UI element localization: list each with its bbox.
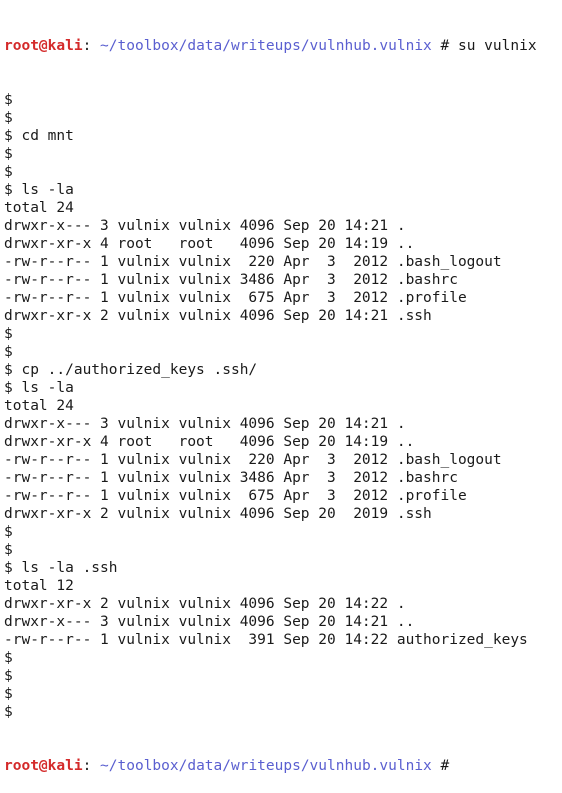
output-line: $	[4, 326, 13, 342]
output-line: total 24	[4, 200, 74, 216]
prompt-separator: :	[82, 38, 101, 54]
terminal-window[interactable]: root@kali: ~/toolbox/data/writeups/vulnh…	[0, 0, 562, 774]
output-line: $ ls -la	[4, 182, 74, 198]
output-line: $	[4, 146, 13, 162]
prompt-user-host: root@kali	[4, 758, 83, 774]
output-line: $ ls -la .ssh	[4, 560, 118, 576]
output-line: $	[4, 686, 13, 702]
output-line: drwxr-xr-x 4 root root 4096 Sep 20 14:19…	[4, 434, 415, 450]
prompt-symbol: #	[431, 38, 458, 54]
output-line: $	[4, 92, 13, 108]
output-line: $	[4, 704, 13, 720]
output-line: drwxr-xr-x 2 vulnix vulnix 4096 Sep 20 1…	[4, 596, 406, 612]
output-line: total 12	[4, 578, 74, 594]
output-line: $ cd mnt	[4, 128, 74, 144]
output-line: $ ls -la	[4, 380, 74, 396]
output-line: drwxr-x--- 3 vulnix vulnix 4096 Sep 20 1…	[4, 416, 406, 432]
output-line: $	[4, 524, 13, 540]
output-line: $	[4, 164, 13, 180]
prompt-path: ~/toolbox/data/writeups/vulnhub.vulnix	[100, 758, 432, 774]
prompt-symbol: #	[431, 758, 450, 774]
prompt-command: su vulnix	[457, 38, 537, 54]
prompt-separator: :	[82, 758, 101, 774]
output-line: drwxr-xr-x 4 root root 4096 Sep 20 14:19…	[4, 236, 415, 252]
output-line: -rw-r--r-- 1 vulnix vulnix 220 Apr 3 201…	[4, 254, 502, 270]
output-line: $	[4, 650, 13, 666]
output-line: -rw-r--r-- 1 vulnix vulnix 675 Apr 3 201…	[4, 488, 467, 504]
output-line: $	[4, 344, 13, 360]
output-line: $	[4, 110, 13, 126]
output-line: $	[4, 668, 13, 684]
prompt-line-bottom[interactable]: root@kali: ~/toolbox/data/writeups/vulnh…	[4, 757, 562, 775]
terminal-output: $ $ $ cd mnt $ $ $ ls -la total 24 drwxr-x--- 3…	[4, 91, 562, 721]
output-line: -rw-r--r-- 1 vulnix vulnix 3486 Apr 3 20…	[4, 272, 458, 288]
output-line: -rw-r--r-- 1 vulnix vulnix 3486 Apr 3 20…	[4, 470, 458, 486]
output-line: $	[4, 542, 13, 558]
output-line: total 24	[4, 398, 74, 414]
output-line: -rw-r--r-- 1 vulnix vulnix 391 Sep 20 14…	[4, 632, 528, 648]
output-line: drwxr-x--- 3 vulnix vulnix 4096 Sep 20 1…	[4, 218, 406, 234]
output-line: drwxr-x--- 3 vulnix vulnix 4096 Sep 20 1…	[4, 614, 415, 630]
prompt-path: ~/toolbox/data/writeups/vulnhub.vulnix	[100, 38, 432, 54]
output-line: -rw-r--r-- 1 vulnix vulnix 220 Apr 3 201…	[4, 452, 502, 468]
output-line: -rw-r--r-- 1 vulnix vulnix 675 Apr 3 201…	[4, 290, 467, 306]
prompt-user-host: root@kali	[4, 38, 83, 54]
output-line: drwxr-xr-x 2 vulnix vulnix 4096 Sep 20 2…	[4, 506, 432, 522]
output-line: $ cp ../authorized_keys .ssh/	[4, 362, 258, 378]
output-line: drwxr-xr-x 2 vulnix vulnix 4096 Sep 20 1…	[4, 308, 432, 324]
prompt-line-top: root@kali: ~/toolbox/data/writeups/vulnh…	[4, 37, 562, 55]
